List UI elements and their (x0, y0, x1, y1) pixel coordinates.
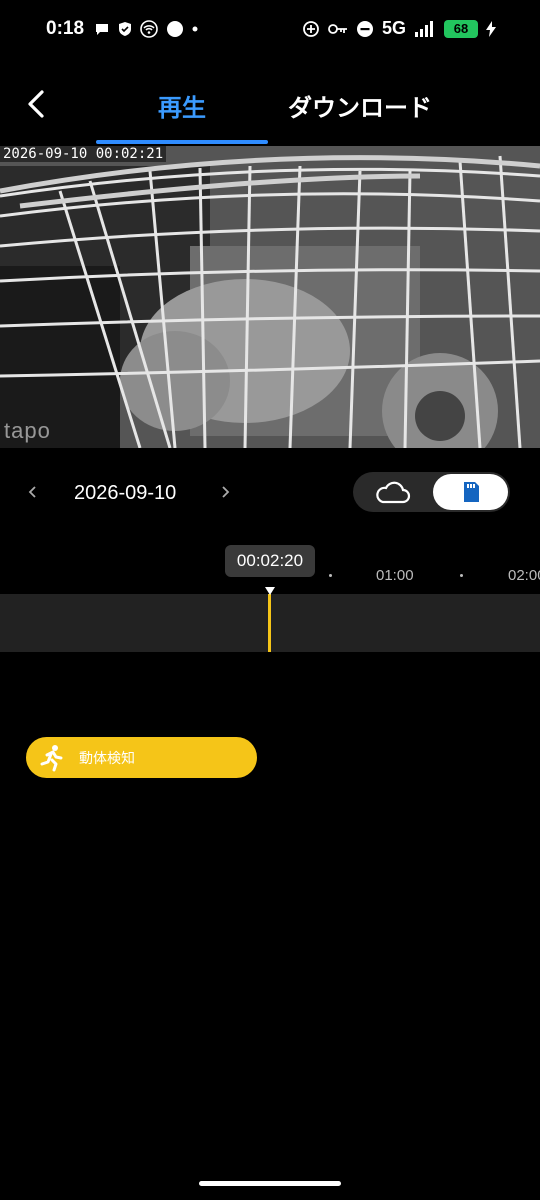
home-indicator[interactable] (199, 1181, 341, 1186)
charging-bolt-icon (486, 20, 496, 37)
sd-card-option[interactable] (433, 474, 508, 510)
notification-icons (94, 20, 198, 38)
playhead-marker (265, 587, 275, 595)
active-tab-indicator (96, 140, 268, 144)
tick-label: 02:00 (508, 567, 540, 584)
motion-detection-legend[interactable]: 動体検知 (26, 737, 257, 778)
network-type: 5G (381, 18, 406, 38)
chevron-right-icon (222, 486, 230, 498)
cloud-storage-option[interactable] (371, 478, 415, 506)
playhead-line[interactable] (268, 594, 271, 652)
running-person-icon (40, 745, 63, 772)
status-time: 0:18 (46, 18, 85, 39)
previous-day-button[interactable] (22, 480, 42, 504)
status-bar: 0:18 5G 68 (0, 0, 540, 62)
next-day-button[interactable] (216, 480, 236, 504)
sd-card-icon (464, 482, 479, 502)
legend-label: 動体検知 (79, 751, 135, 767)
circle-icon (167, 21, 183, 37)
chat-icon (96, 24, 108, 35)
tab-playback[interactable]: 再生 (158, 88, 206, 123)
video-timestamp: 2026-09-10 00:02:21 (0, 146, 167, 162)
video-player[interactable]: 2026-09-10 00:02:21 tapo (0, 146, 540, 448)
date-navigation: 2026-09-10 (0, 470, 540, 516)
data-saver-icon (303, 20, 319, 37)
camera-feed-image (0, 146, 540, 448)
shield-icon (119, 22, 131, 36)
chevron-left-icon (28, 90, 44, 118)
chevron-left-icon (28, 486, 36, 498)
tick-dot (460, 574, 463, 577)
system-icons: 5G 68 (302, 18, 496, 39)
dot-icon (192, 26, 198, 32)
tick-dot (329, 574, 332, 577)
tab-download[interactable]: ダウンロード (288, 88, 432, 123)
app-header: 再生 ダウンロード (0, 62, 540, 146)
tick-label: 01:00 (376, 567, 414, 584)
cloud-icon (376, 481, 411, 504)
back-button[interactable] (20, 84, 56, 124)
signal-icon (415, 20, 433, 37)
current-date[interactable]: 2026-09-10 (74, 482, 176, 505)
vpn-key-icon (328, 23, 347, 34)
wifi-lock-icon (140, 20, 158, 38)
do-not-disturb-icon (356, 20, 373, 37)
battery-level: 68 (444, 19, 478, 38)
current-time-label: 00:02:20 (225, 545, 315, 577)
storage-source-toggle (353, 472, 510, 512)
brand-watermark: tapo (4, 418, 51, 443)
